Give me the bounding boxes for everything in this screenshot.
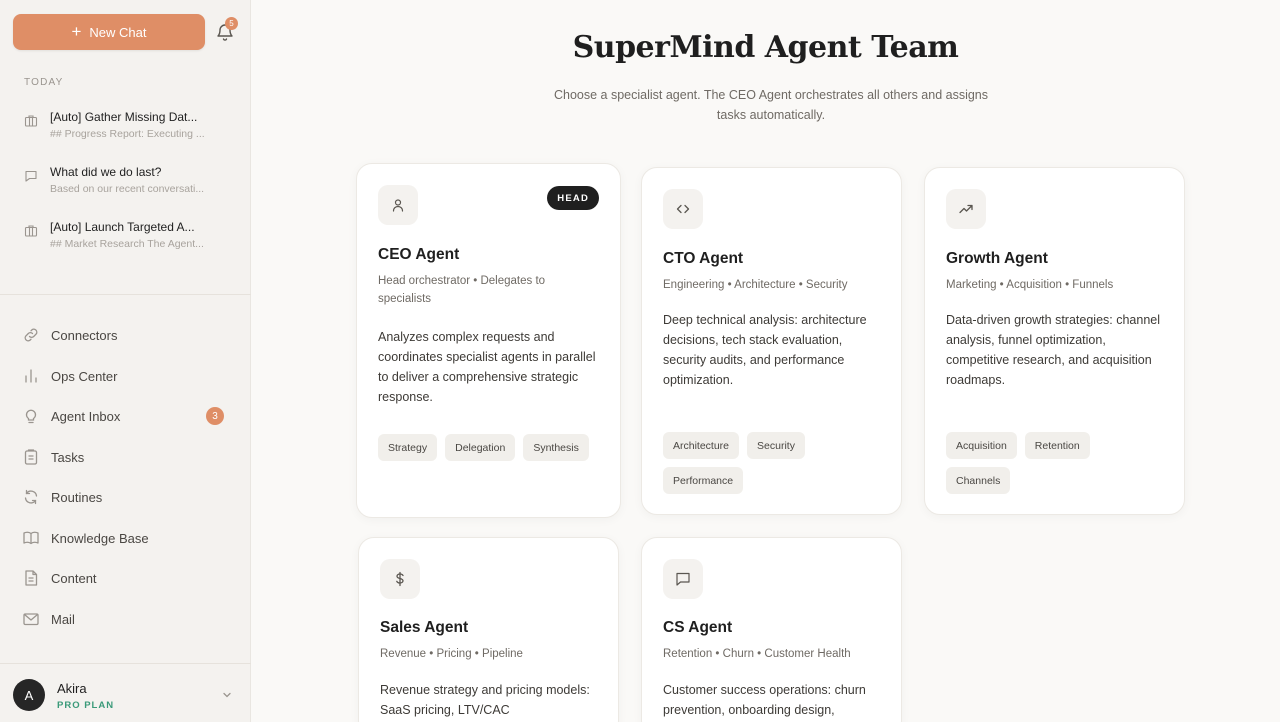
chat-list-item[interactable]: What did we do last? Based on our recent… [24,165,234,205]
sidebar-divider [0,663,251,664]
sidebar-item-mail[interactable]: Mail [22,607,232,631]
capability-chip: Retention [1024,432,1090,459]
page-title: SuperMind Agent Team [572,30,959,65]
notification-badge: 5 [225,17,238,30]
agent-card-sales[interactable]: Sales Agent Revenue • Pricing • Pipeline… [358,537,619,722]
agent-card-ceo[interactable]: HEAD CEO Agent Head orchestrator • Deleg… [356,163,621,518]
agent-tagline: Engineering • Architecture • Security [663,279,848,291]
sidebar-item-agent-inbox[interactable]: Agent Inbox 3 [22,404,232,428]
chat-preview: ## Market Research The Agent... [50,238,204,250]
agent-name: Growth Agent [946,250,1048,267]
agent-card-cto[interactable]: CTO Agent Engineering • Architecture • S… [641,167,902,515]
sidebar-item-label: Routines [51,489,103,505]
refresh-icon [22,488,40,506]
plan-badge: PRO PLAN [57,700,115,711]
message-icon [663,559,703,599]
chat-list-item[interactable]: [Auto] Launch Targeted A... ## Market Re… [24,220,234,260]
book-icon [22,529,40,547]
sidebar-item-label: Connectors [51,327,118,343]
agent-name: CEO Agent [378,246,460,263]
chat-preview: ## Progress Report: Executing ... [50,128,205,140]
agent-description: Customer success operations: churn preve… [663,683,866,717]
agent-name: CTO Agent [663,250,744,267]
lightbulb-icon [22,407,40,425]
plus-icon: + [71,22,82,41]
sidebar-item-knowledge-base[interactable]: Knowledge Base [22,526,232,550]
capability-chip: Acquisition [946,432,1017,459]
sidebar-item-label: Ops Center [51,368,118,384]
agent-card-cs[interactable]: CS Agent Retention • Churn • Customer He… [641,537,902,722]
agent-chips: Architecture Security Performance [663,432,883,494]
chat-title: [Auto] Launch Targeted A... [50,220,195,234]
document-icon [22,569,40,587]
user-name: Akira [57,681,87,696]
capability-chip: Security [747,432,805,459]
sidebar: + New Chat 5 TODAY [Auto] Gather Missing… [0,0,251,722]
agent-description: Data-driven growth strategies: channel a… [946,313,1161,387]
agent-tagline: Retention • Churn • Customer Health [663,648,851,660]
clipboard-icon [22,448,40,466]
chat-list-item[interactable]: [Auto] Gather Missing Dat... ## Progress… [24,110,234,150]
bar-chart-icon [22,367,40,385]
section-label-today: TODAY [24,77,64,88]
new-chat-button[interactable]: + New Chat [13,14,205,50]
capability-chip: Synthesis [523,434,589,461]
inbox-count-badge: 3 [206,407,224,425]
mail-icon [22,610,40,628]
head-badge: HEAD [547,186,599,210]
sidebar-item-routines[interactable]: Routines [22,485,232,509]
chat-bubble-icon [24,169,38,183]
link-icon [22,326,40,344]
chat-title: [Auto] Gather Missing Dat... [50,110,198,124]
trending-up-icon [946,189,986,229]
agent-description: Deep technical analysis: architecture de… [663,313,867,387]
agent-tagline: Head orchestrator • Delegates to special… [378,275,546,305]
agent-tagline: Revenue • Pricing • Pipeline [380,648,523,660]
agent-name: Sales Agent [380,619,469,636]
agent-description: Analyzes complex requests and coordinate… [378,330,596,404]
sidebar-item-ops-center[interactable]: Ops Center [22,364,232,388]
capability-chip: Architecture [663,432,740,459]
code-icon [663,189,703,229]
agent-name: CS Agent [663,619,733,636]
sidebar-item-label: Agent Inbox [51,408,121,424]
dollar-icon [380,559,420,599]
agent-chips: Strategy Delegation Synthesis [378,434,598,461]
chat-preview: Based on our recent conversati... [50,183,205,195]
sidebar-item-label: Knowledge Base [51,530,149,546]
sidebar-item-label: Mail [51,611,75,627]
new-chat-label: New Chat [89,24,147,40]
capability-chip: Performance [663,467,744,494]
agent-chips: Acquisition Retention Channels [946,432,1146,494]
chevron-down-icon[interactable] [221,689,233,701]
sidebar-item-content[interactable]: Content [22,566,232,590]
chat-title: What did we do last? [50,165,162,179]
sidebar-item-label: Tasks [51,449,85,465]
briefcase-icon [24,114,38,128]
agent-tagline: Marketing • Acquisition • Funnels [946,279,1114,291]
sidebar-item-tasks[interactable]: Tasks [22,445,232,469]
sidebar-item-label: Content [51,570,97,586]
user-icon [378,185,418,225]
page-subtitle: Choose a specialist agent. The CEO Agent… [553,88,989,122]
capability-chip: Delegation [445,434,516,461]
agent-card-growth[interactable]: Growth Agent Marketing • Acquisition • F… [924,167,1185,515]
sidebar-divider [0,294,251,295]
sidebar-item-connectors[interactable]: Connectors [22,323,232,347]
capability-chip: Strategy [378,434,438,461]
capability-chip: Channels [946,467,1011,494]
briefcase-icon [24,224,38,238]
avatar[interactable]: A [13,679,45,711]
agent-description: Revenue strategy and pricing models: Saa… [380,683,590,717]
